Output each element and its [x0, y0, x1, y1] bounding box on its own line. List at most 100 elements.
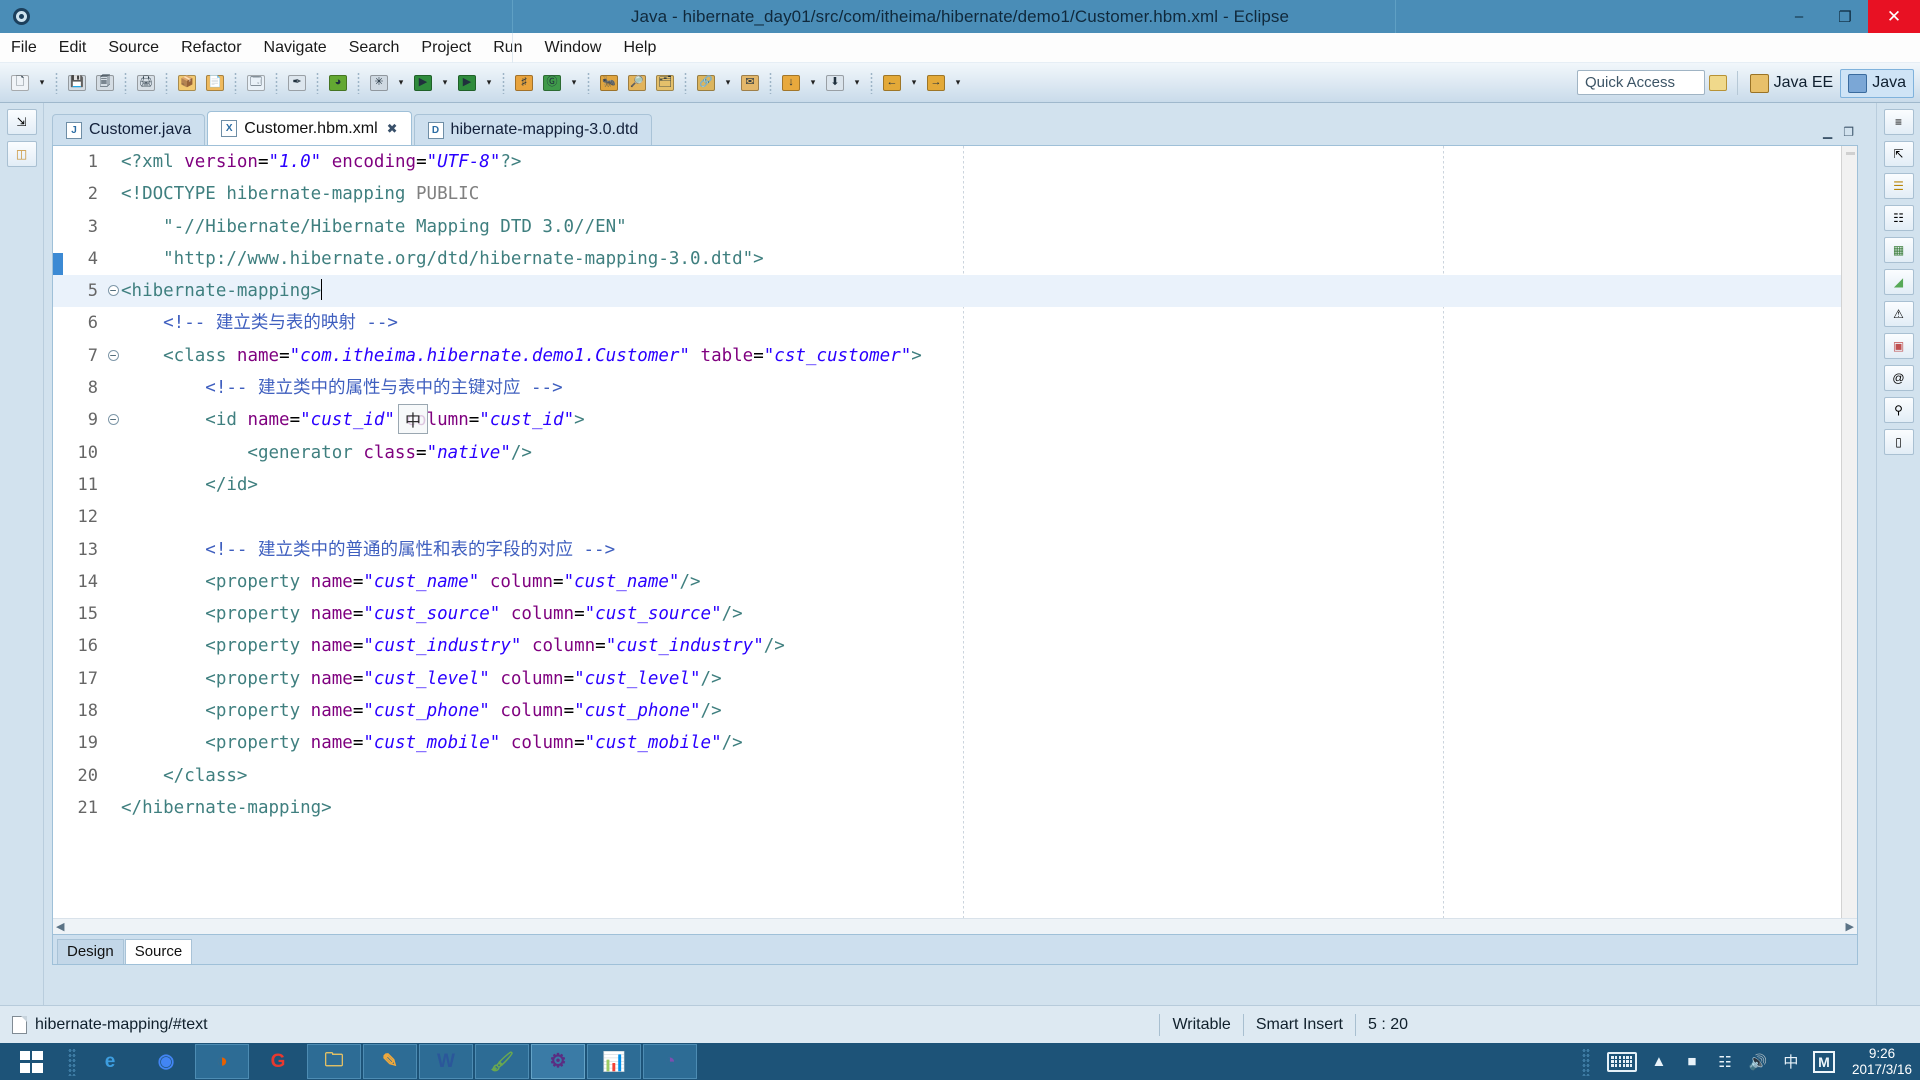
code-line[interactable]: 12 — [53, 501, 1857, 533]
forward-dropdown-icon[interactable]: ▾ — [951, 70, 965, 96]
menu-item-window[interactable]: Window — [534, 37, 613, 59]
previous-dropdown-icon[interactable]: ▾ — [806, 70, 820, 96]
code-line[interactable]: 15 <property name="cust_source" column="… — [53, 598, 1857, 630]
analysis-tool-icon[interactable]: 📊 — [587, 1044, 641, 1079]
forward-icon[interactable]: → — [923, 70, 949, 96]
previous-annotation-icon[interactable]: ↓ — [778, 70, 804, 96]
minimize-button[interactable]: – — [1776, 0, 1822, 33]
maximize-editor-icon[interactable]: ❐ — [1843, 125, 1854, 139]
paint-brushes-icon[interactable]: 🖌 — [475, 1044, 529, 1079]
menu-item-edit[interactable]: Edit — [48, 37, 98, 59]
next-dropdown-icon[interactable]: ▾ — [850, 70, 864, 96]
menu-item-run[interactable]: Run — [482, 37, 533, 59]
tab-close-icon[interactable]: ✖ — [387, 121, 398, 137]
sogou-browser-icon[interactable]: G — [251, 1044, 305, 1079]
open-type-icon[interactable]: 🗔 — [243, 70, 269, 96]
code-line[interactable]: 11 </id> — [53, 469, 1857, 501]
search-view-icon[interactable]: ⚲ — [1883, 397, 1914, 423]
microsoft-word-icon[interactable]: W — [419, 1044, 473, 1079]
new-tag-icon[interactable]: ♯ — [511, 70, 537, 96]
perspective-java[interactable]: Java — [1840, 68, 1914, 98]
fold-collapse-icon[interactable]: − — [105, 404, 121, 436]
start-button[interactable] — [0, 1043, 62, 1080]
source-code[interactable]: 1 <?xml version="1.0" encoding="UTF-8"?> 2… — [53, 146, 1857, 934]
code-line[interactable]: 8 <!-- 建立类中的属性与表中的主键对应 --> — [53, 372, 1857, 404]
toggle-mark-occurrences-icon[interactable]: ✒ — [284, 70, 310, 96]
new-wizard-dropdown-icon[interactable]: ▾ — [35, 70, 49, 96]
overview-ruler[interactable] — [1841, 146, 1857, 934]
quick-access-input[interactable]: Quick Access — [1577, 70, 1705, 95]
tab-hibernate-mapping-dtd[interactable]: D hibernate-mapping-3.0.dtd — [413, 114, 653, 145]
file-explorer-icon[interactable]: 🗀 — [307, 1044, 361, 1079]
menu-item-navigate[interactable]: Navigate — [253, 37, 338, 59]
code-line[interactable]: 16 <property name="cust_industry" column… — [53, 630, 1857, 662]
fold-collapse-icon[interactable]: − — [105, 275, 121, 307]
open-task-icon[interactable]: 🗂 — [652, 70, 678, 96]
scroll-right-arrow[interactable]: ▶ — [1846, 920, 1854, 933]
code-line[interactable]: 3 "-//Hibernate/Hibernate Mapping DTD 3.… — [53, 211, 1857, 243]
back-dropdown-icon[interactable]: ▾ — [907, 70, 921, 96]
code-line[interactable]: 6 <!-- 建立类与表的映射 --> — [53, 307, 1857, 339]
menu-item-help[interactable]: Help — [612, 37, 667, 59]
tab-source[interactable]: Source — [124, 939, 193, 964]
battery-icon[interactable]: ■ — [1681, 1051, 1703, 1073]
code-line[interactable]: 18 <property name="cust_phone" column="c… — [53, 695, 1857, 727]
snippets-icon[interactable]: ◢ — [1883, 269, 1914, 295]
problems-icon[interactable]: ⚠ — [1883, 301, 1914, 327]
google-chrome-icon[interactable]: ◉ — [139, 1044, 193, 1079]
code-line[interactable]: 2 <!DOCTYPE hibernate-mapping PUBLIC — [53, 178, 1857, 210]
skip-breakpoints-icon[interactable]: ◕ — [325, 70, 351, 96]
network-icon[interactable]: ☷ — [1714, 1051, 1736, 1073]
editor-text-area[interactable]: 1 <?xml version="1.0" encoding="UTF-8"?> 2… — [52, 145, 1858, 935]
run-dropdown-icon[interactable]: ▾ — [438, 70, 452, 96]
annotations-icon[interactable]: @ — [1883, 365, 1914, 391]
maximize-button[interactable]: ❐ — [1822, 0, 1868, 33]
servers-icon[interactable]: ▦ — [1883, 237, 1914, 263]
close-button[interactable]: ✕ — [1868, 0, 1920, 33]
print-icon[interactable]: 🖨 — [133, 70, 159, 96]
javadoc-icon[interactable]: ▣ — [1883, 333, 1914, 359]
restore-view-icon[interactable]: ⇲ — [6, 109, 37, 135]
console-icon[interactable]: ▯ — [1883, 429, 1914, 455]
menu-item-refactor[interactable]: Refactor — [170, 37, 252, 59]
tab-customer-java[interactable]: J Customer.java — [52, 114, 206, 145]
horizontal-scrollbar[interactable]: ◀ ▶ — [53, 918, 1857, 934]
code-line[interactable]: 21 </hibernate-mapping> — [53, 792, 1857, 824]
perspective-java-ee[interactable]: Java EE — [1743, 69, 1841, 98]
new-wizard-icon[interactable]: 🗋 — [7, 70, 33, 96]
code-line[interactable]: 19 <property name="cust_mobile" column="… — [53, 727, 1857, 759]
code-line[interactable]: 14 <property name="cust_name" column="cu… — [53, 566, 1857, 598]
show-hidden-icons-button[interactable]: ▲ — [1648, 1051, 1670, 1073]
clock[interactable]: 9:26 2017/3/16 — [1846, 1046, 1912, 1078]
menu-item-search[interactable]: Search — [338, 37, 411, 59]
taskbar-grip[interactable] — [68, 1047, 76, 1076]
outline-view-icon[interactable]: ≡ — [1883, 109, 1914, 135]
minimize-editor-icon[interactable]: ▁ — [1823, 125, 1832, 139]
menu-item-file[interactable]: File — [0, 37, 48, 59]
fold-collapse-icon[interactable]: − — [105, 340, 121, 372]
next-annotation-icon[interactable]: ⬇ — [822, 70, 848, 96]
volume-muted-icon[interactable]: 🔊 — [1747, 1051, 1769, 1073]
run-icon[interactable]: ▶ — [410, 70, 436, 96]
onscreen-keyboard-icon[interactable] — [1606, 1051, 1637, 1072]
tab-design[interactable]: Design — [57, 939, 124, 964]
internet-explorer-icon[interactable]: e — [83, 1044, 137, 1079]
new-java-class-icon[interactable]: 📄 — [202, 70, 228, 96]
hierarchy-icon[interactable]: ☷ — [1883, 205, 1914, 231]
code-line[interactable]: 5− <hibernate-mapping> — [53, 275, 1857, 308]
ime-mode-icon[interactable]: M — [1812, 1050, 1835, 1073]
link-editor-icon[interactable]: 🔗 — [693, 70, 719, 96]
restore-right-icon[interactable]: ⇱ — [1883, 141, 1914, 167]
save-icon[interactable]: 💾 — [64, 70, 90, 96]
back-icon[interactable]: ← — [879, 70, 905, 96]
new-java-package-icon[interactable]: 📦 — [174, 70, 200, 96]
save-all-icon[interactable]: 🗐 — [92, 70, 118, 96]
menu-item-project[interactable]: Project — [410, 37, 482, 59]
editplus-icon[interactable]: ✎ — [363, 1044, 417, 1079]
run-external-tools-icon[interactable]: ▶ — [454, 70, 480, 96]
code-line[interactable]: 13 <!-- 建立类中的普通的属性和表的字段的对应 --> — [53, 534, 1857, 566]
new-ant-build-icon[interactable]: 🐜 — [596, 70, 622, 96]
open-perspective-icon[interactable] — [1705, 70, 1731, 96]
code-line[interactable]: 4 "http://www.hibernate.org/dtd/hibernat… — [53, 243, 1857, 275]
package-explorer-icon[interactable]: ◫ — [6, 141, 37, 167]
